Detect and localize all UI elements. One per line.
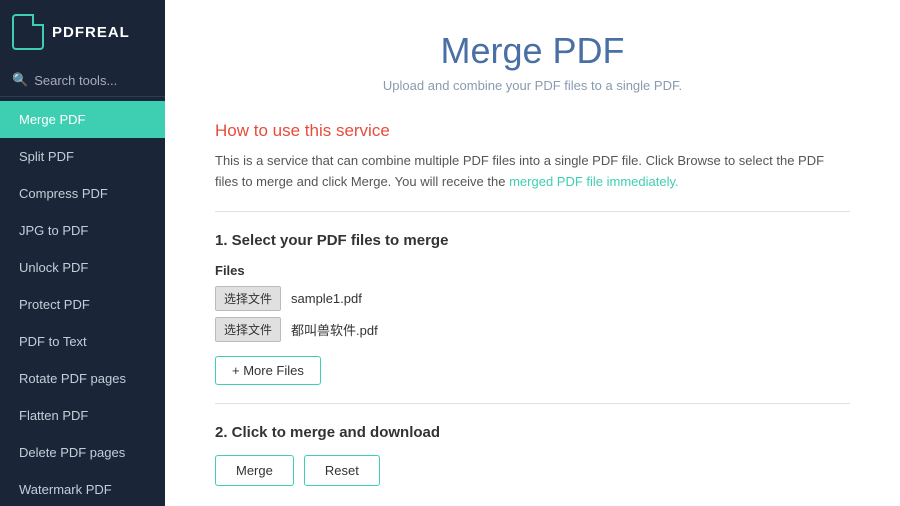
sidebar-item-rotate-pdf[interactable]: Rotate PDF pages [0, 360, 165, 397]
files-label: Files [215, 263, 850, 278]
page-subtitle: Upload and combine your PDF files to a s… [215, 78, 850, 93]
reset-button[interactable]: Reset [304, 455, 380, 486]
sidebar-item-compress-pdf[interactable]: Compress PDF [0, 175, 165, 212]
file2-name: 都叫兽软件.pdf [291, 320, 378, 339]
page-title: Merge PDF [215, 30, 850, 72]
sidebar-item-merge-pdf[interactable]: Merge PDF [0, 101, 165, 138]
sidebar-nav: Merge PDFSplit PDFCompress PDFJPG to PDF… [0, 101, 165, 506]
main-content: Merge PDF Upload and combine your PDF fi… [165, 0, 900, 506]
how-to-heading: How to use this service [215, 121, 850, 141]
description: This is a service that can combine multi… [215, 151, 850, 193]
logo: PDFREAL [0, 0, 165, 64]
logo-text: PDFREAL [52, 24, 130, 41]
file1-choose-btn[interactable]: 选择文件 [215, 286, 281, 311]
divider-1 [215, 211, 850, 212]
sidebar-item-watermark-pdf[interactable]: Watermark PDF [0, 471, 165, 506]
merge-button[interactable]: Merge [215, 455, 294, 486]
search-icon: 🔍 [12, 72, 28, 88]
step2-heading: 2. Click to merge and download [215, 424, 850, 441]
file1-name: sample1.pdf [291, 291, 362, 306]
sidebar-item-unlock-pdf[interactable]: Unlock PDF [0, 249, 165, 286]
sidebar-item-flatten-pdf[interactable]: Flatten PDF [0, 397, 165, 434]
sidebar-item-split-pdf[interactable]: Split PDF [0, 138, 165, 175]
search-input[interactable] [34, 73, 153, 88]
sidebar-item-delete-pdf-pages[interactable]: Delete PDF pages [0, 434, 165, 471]
action-row: Merge Reset [215, 455, 850, 486]
search-bar[interactable]: 🔍 [0, 64, 165, 97]
logo-icon [12, 14, 44, 50]
sidebar: PDFREAL 🔍 Merge PDFSplit PDFCompress PDF… [0, 0, 165, 506]
file-row-1: 选择文件 sample1.pdf [215, 286, 850, 311]
more-files-button[interactable]: + More Files [215, 356, 321, 385]
sidebar-item-protect-pdf[interactable]: Protect PDF [0, 286, 165, 323]
highlight-text: merged PDF file immediately. [509, 174, 679, 189]
divider-2 [215, 403, 850, 404]
sidebar-item-jpg-to-pdf[interactable]: JPG to PDF [0, 212, 165, 249]
file-row-2: 选择文件 都叫兽软件.pdf [215, 317, 850, 342]
step1-heading: 1. Select your PDF files to merge [215, 232, 850, 249]
sidebar-item-pdf-to-text[interactable]: PDF to Text [0, 323, 165, 360]
file2-choose-btn[interactable]: 选择文件 [215, 317, 281, 342]
